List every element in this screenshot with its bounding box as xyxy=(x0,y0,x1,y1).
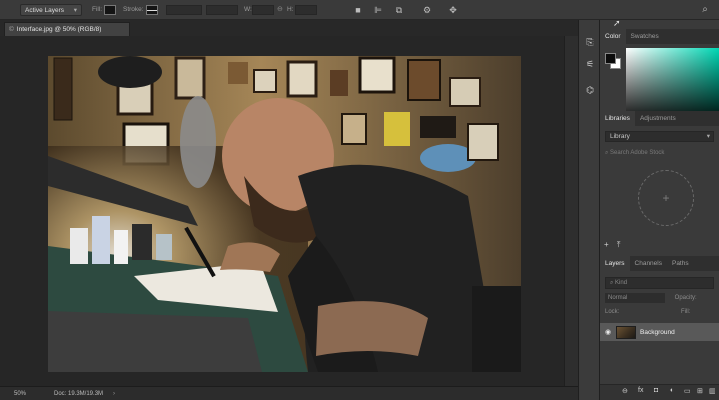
settings-gear-icon[interactable]: ⚙ xyxy=(421,4,433,16)
mouse-cursor-icon: ➚ xyxy=(613,18,621,28)
blend-mode-select[interactable]: Normal xyxy=(605,293,665,303)
kind-filter-label: Kind xyxy=(615,280,628,286)
tab-layers[interactable]: Layers xyxy=(600,256,630,271)
delete-layer-icon[interactable]: ▥ xyxy=(709,387,716,395)
path-alignment-icon[interactable]: ⊫ xyxy=(372,4,384,16)
layers-footer: ⊖ fx ◘ ◐ ▭ ⊞ ▥ xyxy=(600,384,719,400)
tab-libraries[interactable]: Libraries xyxy=(600,111,635,126)
fill-swatch[interactable] xyxy=(104,5,116,15)
document-tab-bar: © Interface.jpg @ 50% (RGB/8) xyxy=(0,20,580,36)
blend-row: Normal Opacity: xyxy=(605,293,714,303)
close-tab-icon[interactable]: © xyxy=(9,26,14,33)
status-bar: 50% Doc: 19.3M/19.3M › xyxy=(0,386,580,400)
width-input[interactable] xyxy=(252,5,274,15)
width-label: W: xyxy=(244,6,252,13)
tab-adjustments[interactable]: Adjustments xyxy=(635,111,681,126)
height-label: H: xyxy=(287,6,294,13)
link-icon[interactable]: ⊖ xyxy=(277,5,283,13)
adjustment-layer-icon[interactable]: ◐ xyxy=(670,387,674,394)
layer-kind-filter[interactable]: ⌕ Kind xyxy=(605,277,714,289)
link-layers-icon[interactable]: ⊖ xyxy=(622,387,628,395)
height-input[interactable] xyxy=(295,5,317,15)
fill-label: Fill: xyxy=(681,309,691,315)
tab-channels[interactable]: Channels xyxy=(630,256,667,271)
properties-icon[interactable]: ⚟ xyxy=(584,58,596,70)
chevron-down-icon: ▾ xyxy=(706,133,710,140)
document-tab-title: Interface.jpg @ 50% (RGB/8) xyxy=(16,26,102,33)
status-menu-arrow-icon[interactable]: › xyxy=(113,391,115,397)
library-select-label: Library xyxy=(610,133,630,140)
opacity-label: Opacity: xyxy=(674,295,697,301)
layer-row-background[interactable]: ◉ Background xyxy=(600,323,719,341)
chevron-down-icon: ▾ xyxy=(73,7,77,14)
panel-icon-strip: ⎘ ⚟ ⌬ xyxy=(578,20,600,400)
color-panel-tabs: Color Swatches xyxy=(600,29,719,44)
zoom-level[interactable]: 50% xyxy=(0,391,36,397)
fill-label: Fill: xyxy=(92,6,103,13)
lock-label: Lock: xyxy=(605,309,620,315)
vertical-scrollbar[interactable] xyxy=(564,36,578,386)
visibility-eye-icon[interactable]: ◉ xyxy=(600,328,616,336)
library-footer: + ⤒ xyxy=(604,240,620,250)
path-operations-icon[interactable]: ■ xyxy=(352,4,364,16)
new-group-icon[interactable]: ▭ xyxy=(684,387,691,395)
library-search[interactable]: ⌕ Search Adobe Stock xyxy=(605,148,714,159)
layer-name[interactable]: Background xyxy=(640,329,675,336)
canvas-area[interactable] xyxy=(0,36,564,386)
libraries-panel-tabs: Libraries Adjustments xyxy=(600,111,719,126)
library-search-placeholder: Search Adobe Stock xyxy=(610,150,665,156)
path-arrangement-icon[interactable]: ⧉ xyxy=(393,4,405,16)
layers-panel-tabs: Layers Channels Paths xyxy=(600,256,719,271)
upload-icon[interactable]: ⤒ xyxy=(617,240,621,249)
layer-mode-label: Active Layers xyxy=(25,6,65,14)
stroke-swatch[interactable] xyxy=(146,5,158,15)
search-icon[interactable]: ⌕ xyxy=(699,4,711,16)
add-content-icon[interactable]: + xyxy=(604,240,609,249)
new-layer-icon[interactable]: ⊞ xyxy=(697,387,703,395)
paths-icon[interactable]: ⌬ xyxy=(584,84,596,96)
add-mask-icon[interactable]: ◘ xyxy=(654,387,658,394)
foreground-color-swatch[interactable] xyxy=(605,53,616,64)
layer-thumbnail xyxy=(616,325,636,339)
workshop-photo xyxy=(48,56,521,372)
document-tab[interactable]: © Interface.jpg @ 50% (RGB/8) xyxy=(4,22,130,36)
stroke-type-select[interactable] xyxy=(206,5,238,15)
foreground-background-colors[interactable] xyxy=(605,53,621,69)
doc-size-info[interactable]: Doc: 19.3M/19.3M xyxy=(54,391,103,397)
add-to-library-button[interactable]: + xyxy=(638,170,694,226)
right-panels: Color Swatches ➚ Libraries Adjustments L… xyxy=(600,18,719,400)
document-image[interactable] xyxy=(48,56,521,372)
history-icon[interactable]: ⎘ xyxy=(584,36,596,48)
library-select[interactable]: Library ▾ xyxy=(605,131,714,142)
fx-icon[interactable]: fx xyxy=(638,387,643,394)
layer-mode-select[interactable]: Active Layers ▾ xyxy=(20,4,82,16)
align-edges-icon[interactable]: ✥ xyxy=(447,4,459,16)
lock-row: Lock: Fill: xyxy=(605,309,690,315)
tab-color[interactable]: Color xyxy=(600,29,626,44)
tab-paths[interactable]: Paths xyxy=(667,256,694,271)
stroke-width-input[interactable] xyxy=(166,5,202,15)
options-bar: Active Layers ▾ Fill: Stroke: W: ⊖ H: ■ … xyxy=(0,0,719,20)
stroke-label: Stroke: xyxy=(123,6,144,13)
tab-swatches[interactable]: Swatches xyxy=(626,29,664,44)
